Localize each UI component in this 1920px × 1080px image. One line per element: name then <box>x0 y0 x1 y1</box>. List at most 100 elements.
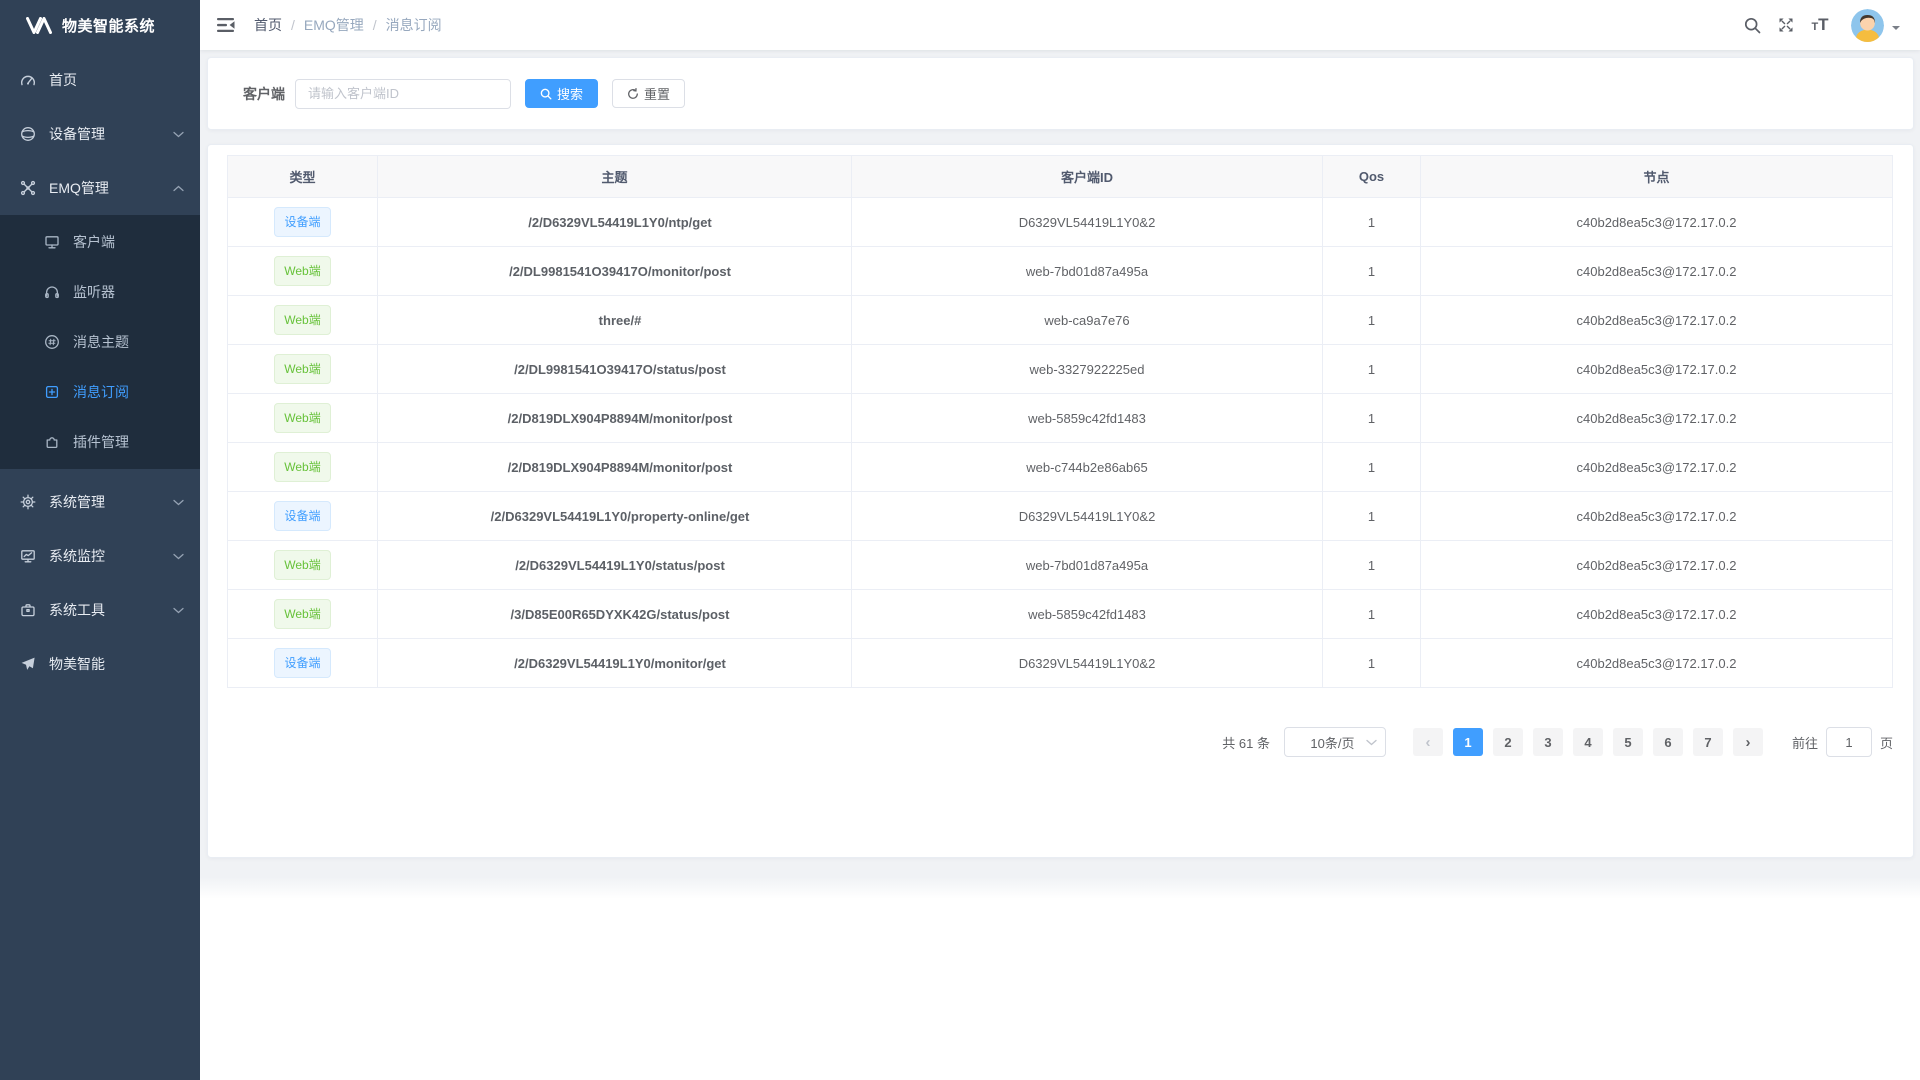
type-badge: Web端 <box>274 599 330 629</box>
sidebar-item-label: 物美智能 <box>49 654 105 674</box>
topic-cell: three/# <box>378 296 852 345</box>
sidebar-item-home[interactable]: 首页 <box>0 53 200 107</box>
type-badge: Web端 <box>274 256 330 286</box>
hamburger-icon <box>217 17 235 33</box>
sidebar-item-devices[interactable]: 设备管理 <box>0 107 200 161</box>
app-title: 物美智能系统 <box>62 15 155 36</box>
subscribe-box-icon <box>44 384 60 400</box>
page-button-6[interactable]: 6 <box>1653 728 1683 756</box>
sidebar-item-wumei[interactable]: 物美智能 <box>0 637 200 691</box>
table-row: Web端 /2/D6329VL54419L1Y0/status/post web… <box>228 541 1893 590</box>
page-button-3[interactable]: 3 <box>1533 728 1563 756</box>
page-content: 客户端 搜索 重置 类型 主题 <box>200 50 1920 877</box>
headset-icon <box>44 284 60 300</box>
client-cell: D6329VL54419L1Y0&2 <box>852 639 1323 688</box>
topic-cell: /2/D6329VL54419L1Y0/status/post <box>378 541 852 590</box>
breadcrumb-home[interactable]: 首页 <box>254 15 282 35</box>
qos-cell: 1 <box>1323 247 1421 296</box>
node-cell: c40b2d8ea5c3@172.17.0.2 <box>1421 296 1893 345</box>
header-search-button[interactable] <box>1735 0 1769 50</box>
type-badge: 设备端 <box>274 501 330 531</box>
sidebar-item-emq[interactable]: EMQ管理 <box>0 161 200 215</box>
node-cell: c40b2d8ea5c3@172.17.0.2 <box>1421 198 1893 247</box>
sidebar-item-client[interactable]: 客户端 <box>0 217 200 267</box>
sidebar-collapse-button[interactable] <box>200 0 252 50</box>
prev-page-button[interactable]: ‹ <box>1413 728 1443 756</box>
page-button-2[interactable]: 2 <box>1493 728 1523 756</box>
sidebar-item-system[interactable]: 系统管理 <box>0 475 200 529</box>
navbar-actions: TT <box>1735 0 1900 50</box>
sidebar-item-listener[interactable]: 监听器 <box>0 267 200 317</box>
sidebar-item-label: 消息主题 <box>73 332 129 352</box>
client-cell: web-3327922225ed <box>852 345 1323 394</box>
table-row: 设备端 /2/D6329VL54419L1Y0/property-online/… <box>228 492 1893 541</box>
page-button-5[interactable]: 5 <box>1613 728 1643 756</box>
avatar <box>1851 9 1884 42</box>
col-qos: Qos <box>1323 156 1421 198</box>
search-panel: 客户端 搜索 重置 <box>207 57 1914 130</box>
sidebar-item-label: 系统工具 <box>49 600 105 620</box>
user-menu[interactable] <box>1851 9 1900 42</box>
table-row: Web端 /2/D819DLX904P8894M/monitor/post we… <box>228 443 1893 492</box>
col-client-id: 客户端ID <box>852 156 1323 198</box>
paper-plane-icon <box>20 656 36 672</box>
sidebar-item-label: 插件管理 <box>73 432 129 452</box>
search-button[interactable]: 搜索 <box>525 79 598 108</box>
page-button-7[interactable]: 7 <box>1693 728 1723 756</box>
goto-label: 前往 <box>1792 733 1818 752</box>
client-cell: D6329VL54419L1Y0&2 <box>852 492 1323 541</box>
fullscreen-button[interactable] <box>1769 0 1803 50</box>
qos-cell: 1 <box>1323 296 1421 345</box>
gear-icon <box>20 494 36 510</box>
subscriptions-panel: 类型 主题 客户端ID Qos 节点 设备端 /2/D6329VL54419L1… <box>207 144 1914 858</box>
qos-cell: 1 <box>1323 345 1421 394</box>
qos-cell: 1 <box>1323 198 1421 247</box>
page-button-4[interactable]: 4 <box>1573 728 1603 756</box>
breadcrumb-emq: EMQ管理 <box>304 15 364 35</box>
sidebar-item-monitoring[interactable]: 系统监控 <box>0 529 200 583</box>
chevron-up-icon <box>173 185 184 192</box>
qos-cell: 1 <box>1323 541 1421 590</box>
sidebar-item-topics[interactable]: 消息主题 <box>0 317 200 367</box>
page-unit-label: 页 <box>1880 733 1893 752</box>
type-badge: Web端 <box>274 354 330 384</box>
sidebar: 物美智能系统 首页 设备管理 <box>0 0 200 1080</box>
sidebar-item-tools[interactable]: 系统工具 <box>0 583 200 637</box>
node-cell: c40b2d8ea5c3@172.17.0.2 <box>1421 443 1893 492</box>
search-icon <box>1744 17 1761 34</box>
table-row: Web端 /2/DL9981541O39417O/status/post web… <box>228 345 1893 394</box>
client-id-input[interactable] <box>295 79 511 109</box>
devices-icon <box>20 126 36 142</box>
chevron-down-icon <box>173 607 184 614</box>
next-page-button[interactable]: › <box>1733 728 1763 756</box>
page-size-select[interactable]: 10条/页 <box>1284 727 1386 757</box>
top-navbar: 首页 / EMQ管理 / 消息订阅 TT <box>200 0 1920 50</box>
total-count: 共 61 条 <box>1222 733 1270 752</box>
client-cell: web-7bd01d87a495a <box>852 247 1323 296</box>
sidebar-item-subscriptions[interactable]: 消息订阅 <box>0 367 200 417</box>
sidebar-item-plugins[interactable]: 插件管理 <box>0 417 200 467</box>
chevron-down-icon <box>173 499 184 506</box>
type-badge: Web端 <box>274 403 330 433</box>
font-size-button[interactable]: TT <box>1803 0 1837 50</box>
reset-button[interactable]: 重置 <box>612 79 685 108</box>
node-cell: c40b2d8ea5c3@172.17.0.2 <box>1421 492 1893 541</box>
qos-cell: 1 <box>1323 492 1421 541</box>
node-cell: c40b2d8ea5c3@172.17.0.2 <box>1421 590 1893 639</box>
sidebar-item-label: 消息订阅 <box>73 382 129 402</box>
table-header-row: 类型 主题 客户端ID Qos 节点 <box>228 156 1893 198</box>
font-size-icon: TT <box>1811 15 1828 35</box>
sidebar-item-label: 设备管理 <box>49 124 105 144</box>
page-button-1[interactable]: 1 <box>1453 728 1483 756</box>
chevron-down-icon <box>173 553 184 560</box>
col-topic: 主题 <box>378 156 852 198</box>
table-row: 设备端 /2/D6329VL54419L1Y0/ntp/get D6329VL5… <box>228 198 1893 247</box>
sidebar-item-label: 监听器 <box>73 282 115 302</box>
topic-cell: /2/DL9981541O39417O/status/post <box>378 345 852 394</box>
topic-cell: /2/D6329VL54419L1Y0/monitor/get <box>378 639 852 688</box>
page-jump-input[interactable] <box>1826 727 1872 757</box>
app-logo[interactable]: 物美智能系统 <box>0 0 200 50</box>
qos-cell: 1 <box>1323 394 1421 443</box>
search-icon <box>540 88 552 100</box>
emq-submenu: 客户端 监听器 消息主题 <box>0 215 200 469</box>
